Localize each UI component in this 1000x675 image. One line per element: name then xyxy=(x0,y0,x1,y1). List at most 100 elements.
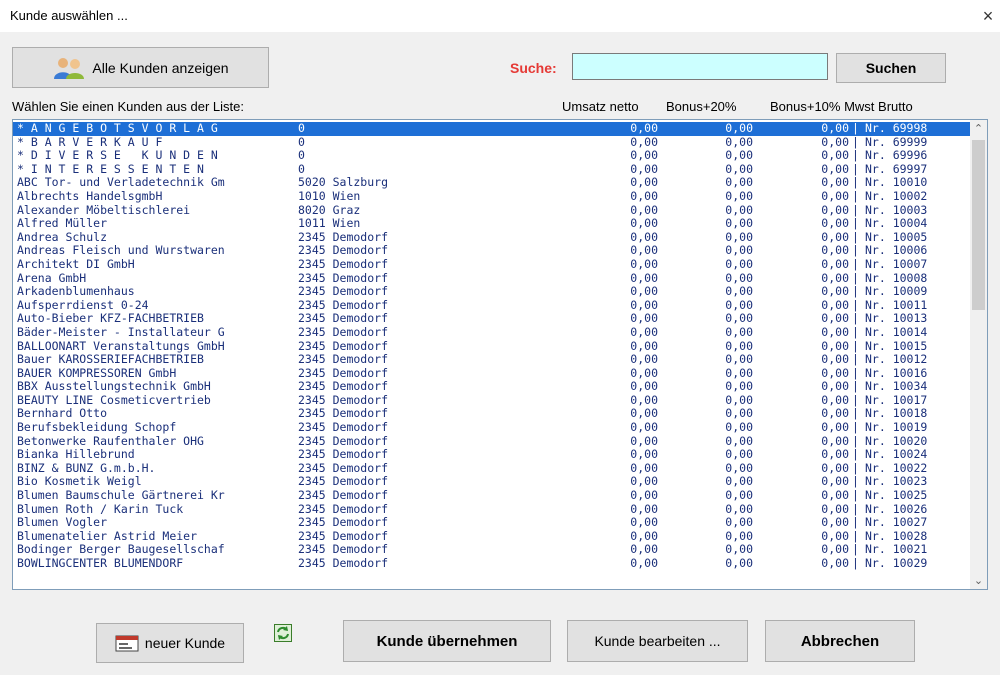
search-input[interactable] xyxy=(572,53,828,80)
customer-location: 2345 Demodorf xyxy=(298,243,389,258)
bonus-10-value: 0,00 xyxy=(821,474,849,489)
umsatz-netto-value: 0,00 xyxy=(630,460,658,475)
customer-location: 2345 Demodorf xyxy=(298,311,389,326)
customer-number: Nr. 10018 xyxy=(865,406,928,421)
customer-location: 2345 Demodorf xyxy=(298,270,389,285)
customer-row[interactable]: BALLOONART Veranstaltungs GmbH 2345 Demod… xyxy=(13,339,971,354)
customer-row[interactable]: BBX Ausstellungstechnik GmbH 2345 Demodor… xyxy=(13,380,971,394)
customer-row[interactable]: Arkadenblumenhaus 2345 Demodorf 0,00 0,00 0,… xyxy=(13,285,971,299)
customer-row[interactable]: * I N T E R E S S E N T E N 0 0,00 0,00 0,00… xyxy=(13,161,971,177)
column-separator: | xyxy=(852,365,859,380)
customer-number: Nr. 10002 xyxy=(865,188,928,203)
close-icon[interactable]: × xyxy=(976,0,1000,32)
customer-location: 2345 Demodorf xyxy=(298,284,389,299)
customer-row[interactable]: Auto-Bieber KFZ-FACHBETRIEB 2345 Demodorf… xyxy=(13,312,971,326)
customer-row[interactable]: ABC Tor- und Verladetechnik Gm 5020 Salzb… xyxy=(13,176,971,190)
customer-name: BAUER KOMPRESSOREN GmbH xyxy=(17,365,177,380)
customer-row[interactable]: * D I V E R S E K U N D E N 0 0,00 0,00 0,00… xyxy=(13,149,971,163)
customer-row[interactable]: Architekt DI GmbH 2345 Demodorf 0,00 0,00 0,… xyxy=(13,256,971,272)
bonus-20-value: 0,00 xyxy=(725,352,753,367)
column-separator: | xyxy=(852,188,859,203)
bonus-10-value: 0,00 xyxy=(821,447,849,462)
customer-row[interactable]: Bodinger Berger Baugesellschaf 2345 Demod… xyxy=(13,543,971,557)
cancel-button[interactable]: Abbrechen xyxy=(765,620,915,662)
column-separator: | xyxy=(852,420,859,435)
customer-location: 2345 Demodorf xyxy=(298,256,389,271)
customer-name: Arkadenblumenhaus xyxy=(17,284,135,299)
customer-list[interactable]: * A N G E B O T S V O R L A G 0 0,00 0,00 0,… xyxy=(12,119,988,590)
column-separator: | xyxy=(852,161,859,176)
take-customer-button[interactable]: Kunde übernehmen xyxy=(343,620,551,662)
refresh-icon[interactable] xyxy=(274,624,292,642)
customer-name: Bio Kosmetik Weigl xyxy=(17,474,142,489)
umsatz-netto-value: 0,00 xyxy=(630,121,658,135)
vertical-scrollbar[interactable]: ⌃ ⌄ xyxy=(970,120,987,589)
column-separator: | xyxy=(852,515,859,530)
customer-row[interactable]: Alfred Müller 1011 Wien 0,00 0,00 0,00 | Nr. 1… xyxy=(13,217,971,231)
bonus-10-value: 0,00 xyxy=(821,284,849,299)
customer-location: 2345 Demodorf xyxy=(298,392,389,407)
customer-location: 0 xyxy=(298,161,305,176)
scroll-down-icon[interactable]: ⌄ xyxy=(970,572,987,589)
bonus-10-value: 0,00 xyxy=(821,460,849,475)
customer-name: Bodinger Berger Baugesellschaf xyxy=(17,542,225,557)
customer-row[interactable]: Blumen Roth / Karin Tuck 2345 Demodorf 0,0… xyxy=(13,502,971,517)
customer-row[interactable]: Bäder-Meister - Installateur G 2345 Demod… xyxy=(13,325,971,340)
customer-name: Alfred Müller xyxy=(17,216,108,231)
people-icon xyxy=(54,57,85,79)
customer-row[interactable]: * A N G E B O T S V O R L A G 0 0,00 0,00 0,… xyxy=(13,121,971,136)
customer-number: Nr. 10010 xyxy=(865,175,928,190)
column-separator: | xyxy=(852,243,859,258)
bonus-20-value: 0,00 xyxy=(725,311,753,326)
customer-row[interactable]: Albrechts HandelsgmbH 1010 Wien 0,00 0,00 0,… xyxy=(13,188,971,204)
customer-number: Nr. 69997 xyxy=(865,161,928,176)
show-all-customers-button[interactable]: Alle Kunden anzeigen xyxy=(12,47,269,88)
umsatz-netto-value: 0,00 xyxy=(630,447,658,462)
bonus-20-value: 0,00 xyxy=(725,365,753,380)
column-separator: | xyxy=(852,460,859,475)
customer-row[interactable]: Bernhard Otto 2345 Demodorf 0,00 0,00 0,00 | N… xyxy=(13,407,971,421)
customer-row[interactable]: Andreas Fleisch und Wurstwaren 2345 Demod… xyxy=(13,244,971,258)
customer-row[interactable]: Berufsbekleidung Schopf 2345 Demodorf 0,00… xyxy=(13,420,971,435)
customer-location: 2345 Demodorf xyxy=(298,297,389,312)
customer-name: Aufsperrdienst 0-24 xyxy=(17,297,149,312)
customer-location: 0 xyxy=(298,121,305,135)
column-separator: | xyxy=(852,311,859,326)
customer-number: Nr. 10019 xyxy=(865,420,928,435)
customer-name: BEAUTY LINE Cosmeticvertrieb xyxy=(17,392,211,407)
customer-row[interactable]: BEAUTY LINE Cosmeticvertrieb 2345 Demodor… xyxy=(13,392,971,408)
bonus-20-value: 0,00 xyxy=(725,121,753,135)
customer-row[interactable]: Aufsperrdienst 0-24 2345 Demodorf 0,00 0,00… xyxy=(13,297,971,313)
customer-row[interactable]: Bianka Hillebrund 2345 Demodorf 0,00 0,00 0,… xyxy=(13,448,971,462)
customer-row[interactable]: Andrea Schulz 2345 Demodorf 0,00 0,00 0,00 | N… xyxy=(13,229,971,245)
customer-name: BINZ & BUNZ G.m.b.H. xyxy=(17,460,156,475)
customer-row[interactable]: Betonwerke Raufenthaler OHG 2345 Demodorf… xyxy=(13,434,971,449)
customer-row[interactable]: Blumen Baumschule Gärtnerei Kr 2345 Demod… xyxy=(13,488,971,503)
customer-row[interactable]: BINZ & BUNZ G.m.b.H. 2345 Demodorf 0,00 0,0… xyxy=(13,460,971,476)
customer-row[interactable]: BAUER KOMPRESSOREN GmbH 2345 Demodorf 0,00… xyxy=(13,365,971,381)
column-separator: | xyxy=(852,216,859,231)
search-button[interactable]: Suchen xyxy=(836,53,946,83)
column-separator: | xyxy=(852,474,859,489)
customer-row[interactable]: Alexander Möbeltischlerei 8020 Graz 0,00 0,… xyxy=(13,202,971,218)
customer-row[interactable]: Blumen Vogler 2345 Demodorf 0,00 0,00 0,00 | N… xyxy=(13,516,971,530)
new-customer-button[interactable]: neuer Kunde xyxy=(96,623,244,663)
bonus-10-value: 0,00 xyxy=(821,202,849,217)
customer-row[interactable]: Arena GmbH 2345 Demodorf 0,00 0,00 0,00 | Nr. … xyxy=(13,270,971,286)
scroll-up-icon[interactable]: ⌃ xyxy=(970,120,987,137)
customer-name: Bauer KAROSSERIEFACHBETRIEB xyxy=(17,352,204,367)
customer-number: Nr. 69998 xyxy=(865,121,928,135)
customer-row[interactable]: Blumenatelier Astrid Meier 2345 Demodorf 0… xyxy=(13,529,971,544)
customer-row[interactable]: Bio Kosmetik Weigl 2345 Demodorf 0,00 0,00 0… xyxy=(13,475,971,489)
customer-row[interactable]: BOWLINGCENTER BLUMENDORF 2345 Demodorf 0,0… xyxy=(13,556,971,571)
bonus-10-value: 0,00 xyxy=(821,488,849,503)
umsatz-netto-value: 0,00 xyxy=(630,243,658,258)
umsatz-netto-value: 0,00 xyxy=(630,229,658,244)
bonus-20-value: 0,00 xyxy=(725,229,753,244)
column-bonus-10-mwst-brutto: Bonus+10% Mwst Brutto xyxy=(770,99,913,114)
scroll-thumb[interactable] xyxy=(972,140,985,310)
bonus-20-value: 0,00 xyxy=(725,392,753,407)
customer-row[interactable]: * B A R V E R K A U F 0 0,00 0,00 0,00 | Nr. 6… xyxy=(13,135,971,150)
edit-customer-button[interactable]: Kunde bearbeiten ... xyxy=(567,620,748,662)
customer-row[interactable]: Bauer KAROSSERIEFACHBETRIEB 2345 Demodorf… xyxy=(13,352,971,367)
